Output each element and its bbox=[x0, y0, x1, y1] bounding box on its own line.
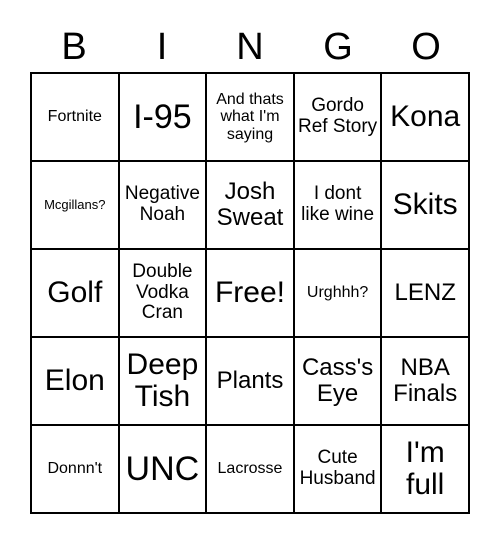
bingo-cell[interactable]: Cass's Eye bbox=[294, 338, 383, 426]
bingo-cell-label: Fortnite bbox=[47, 108, 102, 126]
header-letter-o: O bbox=[411, 26, 441, 68]
bingo-cell-label: Kona bbox=[390, 99, 461, 133]
bingo-cell-label: Urghhh? bbox=[306, 284, 369, 302]
bingo-cell-label: Gordo Ref Story bbox=[297, 95, 378, 137]
bingo-cell[interactable]: UNC bbox=[119, 426, 208, 514]
bingo-cell[interactable]: Skits bbox=[382, 162, 470, 250]
bingo-cell[interactable]: Double Vodka Cran bbox=[119, 250, 208, 338]
bingo-cell[interactable]: Josh Sweat bbox=[207, 162, 295, 250]
bingo-cell[interactable]: Plants bbox=[207, 338, 295, 426]
bingo-cell-label: UNC bbox=[125, 449, 200, 488]
bingo-cell-label: I-95 bbox=[133, 97, 192, 136]
bingo-cell[interactable]: I dont like wine bbox=[294, 162, 383, 250]
bingo-cell[interactable]: Deep Tish bbox=[119, 338, 208, 426]
bingo-cell[interactable]: Golf bbox=[32, 250, 120, 338]
bingo-card: B I N G O Fortnite I-95 And thats what I'm… bbox=[0, 0, 500, 544]
bingo-cell-label: Plants bbox=[216, 367, 284, 395]
bingo-cell[interactable]: And thats what I'm saying bbox=[207, 74, 295, 162]
bingo-cell[interactable]: Gordo Ref Story bbox=[294, 74, 383, 162]
bingo-cell-label: LENZ bbox=[394, 279, 456, 307]
bingo-cell[interactable]: Urghhh? bbox=[294, 250, 383, 338]
bingo-cell[interactable]: LENZ bbox=[382, 250, 470, 338]
bingo-cell[interactable]: NBA Finals bbox=[382, 338, 470, 426]
bingo-cell-free-space[interactable]: Free! bbox=[207, 250, 295, 338]
bingo-cell-label: Elon bbox=[44, 363, 105, 397]
bingo-cell-label: Golf bbox=[47, 275, 103, 309]
bingo-cell[interactable]: Elon bbox=[32, 338, 120, 426]
header-letter-n: N bbox=[236, 26, 264, 68]
bingo-cell[interactable]: Donnn't bbox=[32, 426, 120, 514]
bingo-cell[interactable]: Mcgillans? bbox=[32, 162, 120, 250]
bingo-cell-label: Donnn't bbox=[47, 460, 103, 478]
bingo-cell-label: Deep Tish bbox=[126, 347, 199, 413]
bingo-header-row: B I N G O bbox=[30, 22, 470, 72]
bingo-cell-label: Skits bbox=[392, 187, 458, 221]
bingo-cell-label: Mcgillans? bbox=[44, 196, 106, 212]
bingo-cell-label: Lacrosse bbox=[217, 460, 283, 478]
header-letter-g: G bbox=[323, 26, 353, 68]
bingo-cell-label: Double Vodka Cran bbox=[132, 261, 193, 324]
bingo-grid: Fortnite I-95 And thats what I'm saying Gor… bbox=[30, 72, 470, 514]
bingo-cell[interactable]: Cute Husband bbox=[294, 426, 383, 514]
bingo-cell-label: Josh Sweat bbox=[216, 178, 284, 231]
header-letter-i: I bbox=[156, 26, 168, 68]
bingo-cell[interactable]: Fortnite bbox=[32, 74, 120, 162]
bingo-cell[interactable]: Kona bbox=[382, 74, 470, 162]
bingo-cell-label: And thats what I'm saying bbox=[216, 91, 284, 143]
bingo-cell-label: Cute Husband bbox=[299, 447, 376, 489]
bingo-cell-label: Cass's Eye bbox=[301, 354, 374, 407]
bingo-cell[interactable]: Lacrosse bbox=[207, 426, 295, 514]
bingo-cell[interactable]: I'm full bbox=[382, 426, 470, 514]
bingo-cell-label: Negative Noah bbox=[124, 183, 200, 225]
bingo-cell-label: I dont like wine bbox=[301, 183, 375, 225]
bingo-cell-label: Free! bbox=[214, 275, 285, 309]
header-letter-b: B bbox=[61, 26, 87, 68]
bingo-cell-label: I'm full bbox=[405, 435, 445, 501]
bingo-cell[interactable]: I-95 bbox=[119, 74, 208, 162]
bingo-cell-label: NBA Finals bbox=[393, 354, 458, 407]
bingo-cell[interactable]: Negative Noah bbox=[119, 162, 208, 250]
